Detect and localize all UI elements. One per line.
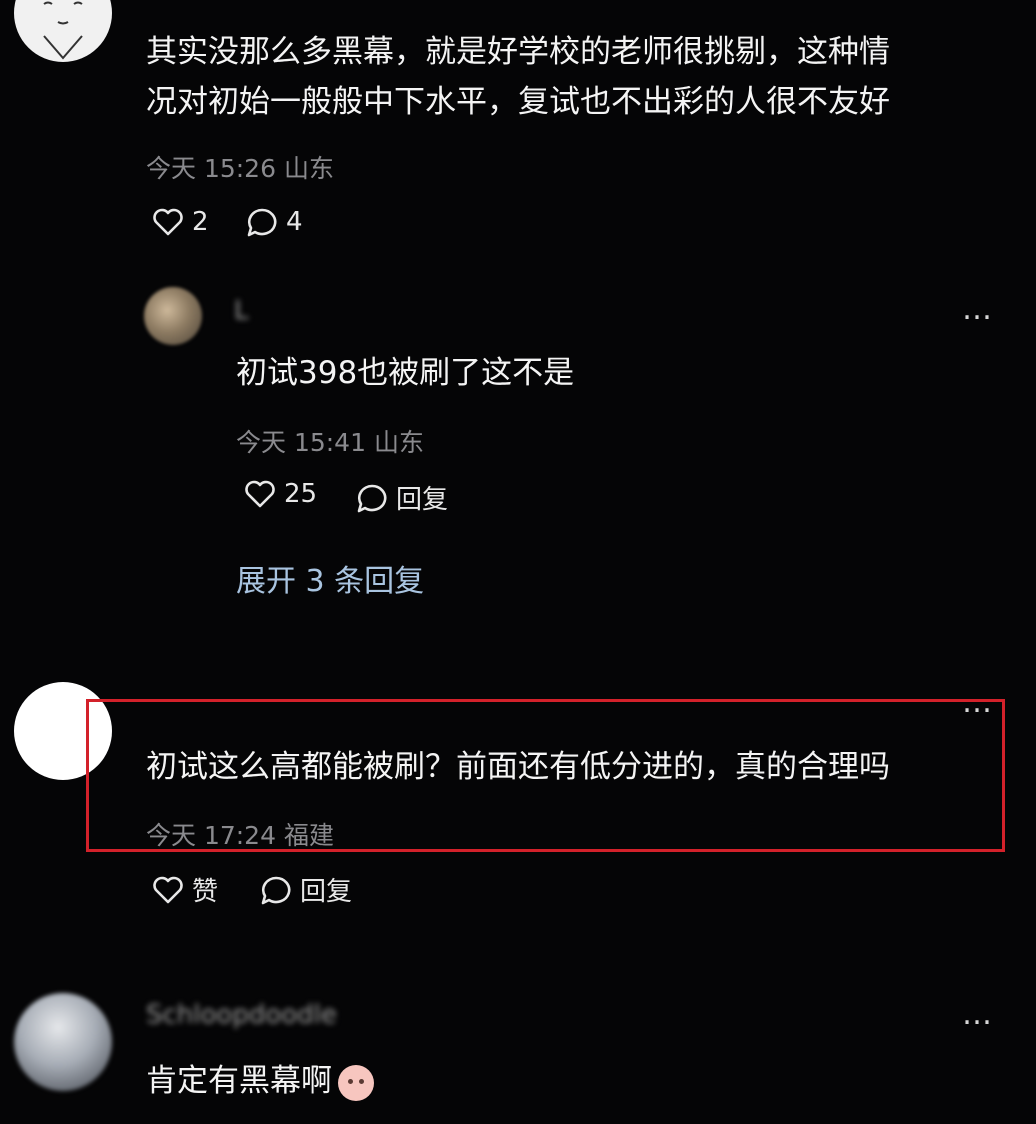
- comment-meta: 今天 17:24 福建: [146, 821, 334, 850]
- reply-count: 4: [286, 207, 303, 237]
- more-dots-icon[interactable]: …: [962, 295, 994, 325]
- cartoon-face-icon: [43, 1, 83, 60]
- more-dots-icon[interactable]: …: [962, 1000, 994, 1030]
- like-button[interactable]: 25: [244, 479, 317, 509]
- reply-label: 回复: [300, 877, 353, 907]
- like-count: 2: [192, 207, 209, 237]
- comment-bubble-icon: [356, 483, 388, 513]
- comment-bubble-icon: [246, 207, 278, 237]
- like-button[interactable]: 赞: [152, 871, 218, 908]
- expand-replies-link[interactable]: 展开 3 条回复: [236, 556, 424, 600]
- comment-meta: 今天 15:41 山东: [236, 428, 424, 457]
- baby-face-emoji: [338, 1064, 374, 1101]
- avatar[interactable]: [144, 287, 202, 345]
- comment-text-content: 肯定有黑幕啊: [146, 1063, 332, 1099]
- like-button[interactable]: 2: [152, 207, 209, 237]
- reply-label: 回复: [396, 485, 449, 515]
- comment-text: 初试398也被刷了这不是: [236, 355, 575, 391]
- username[interactable]: Schloopdoodle: [146, 1000, 337, 1030]
- reply-button[interactable]: 回复: [260, 871, 352, 908]
- avatar[interactable]: [14, 993, 112, 1091]
- comment-text: 其实没那么多黑幕，就是好学校的老师很挑剔，这种情 况对初始一般般中下水平，复试也…: [146, 27, 890, 127]
- heart-icon: [152, 875, 184, 905]
- heart-icon: [244, 479, 276, 509]
- reply-button[interactable]: 4: [246, 207, 303, 237]
- comment-bubble-icon: [260, 875, 292, 905]
- comment-text: 肯定有黑幕啊: [146, 1056, 374, 1106]
- comment-line: 况对初始一般般中下水平，复试也不出彩的人很不友好: [146, 84, 890, 120]
- more-dots-icon[interactable]: …: [962, 688, 994, 718]
- avatar[interactable]: [14, 0, 112, 62]
- like-label: 赞: [192, 877, 219, 907]
- reply-button[interactable]: 回复: [356, 479, 448, 516]
- comment-text: 初试这么高都能被刷？前面还有低分进的，真的合理吗: [146, 749, 890, 785]
- username[interactable]: L: [234, 296, 249, 326]
- comment-meta: 今天 15:26 山东: [146, 154, 334, 183]
- comment-line: 其实没那么多黑幕，就是好学校的老师很挑剔，这种情: [146, 34, 890, 70]
- heart-icon: [152, 207, 184, 237]
- like-count: 25: [284, 479, 318, 509]
